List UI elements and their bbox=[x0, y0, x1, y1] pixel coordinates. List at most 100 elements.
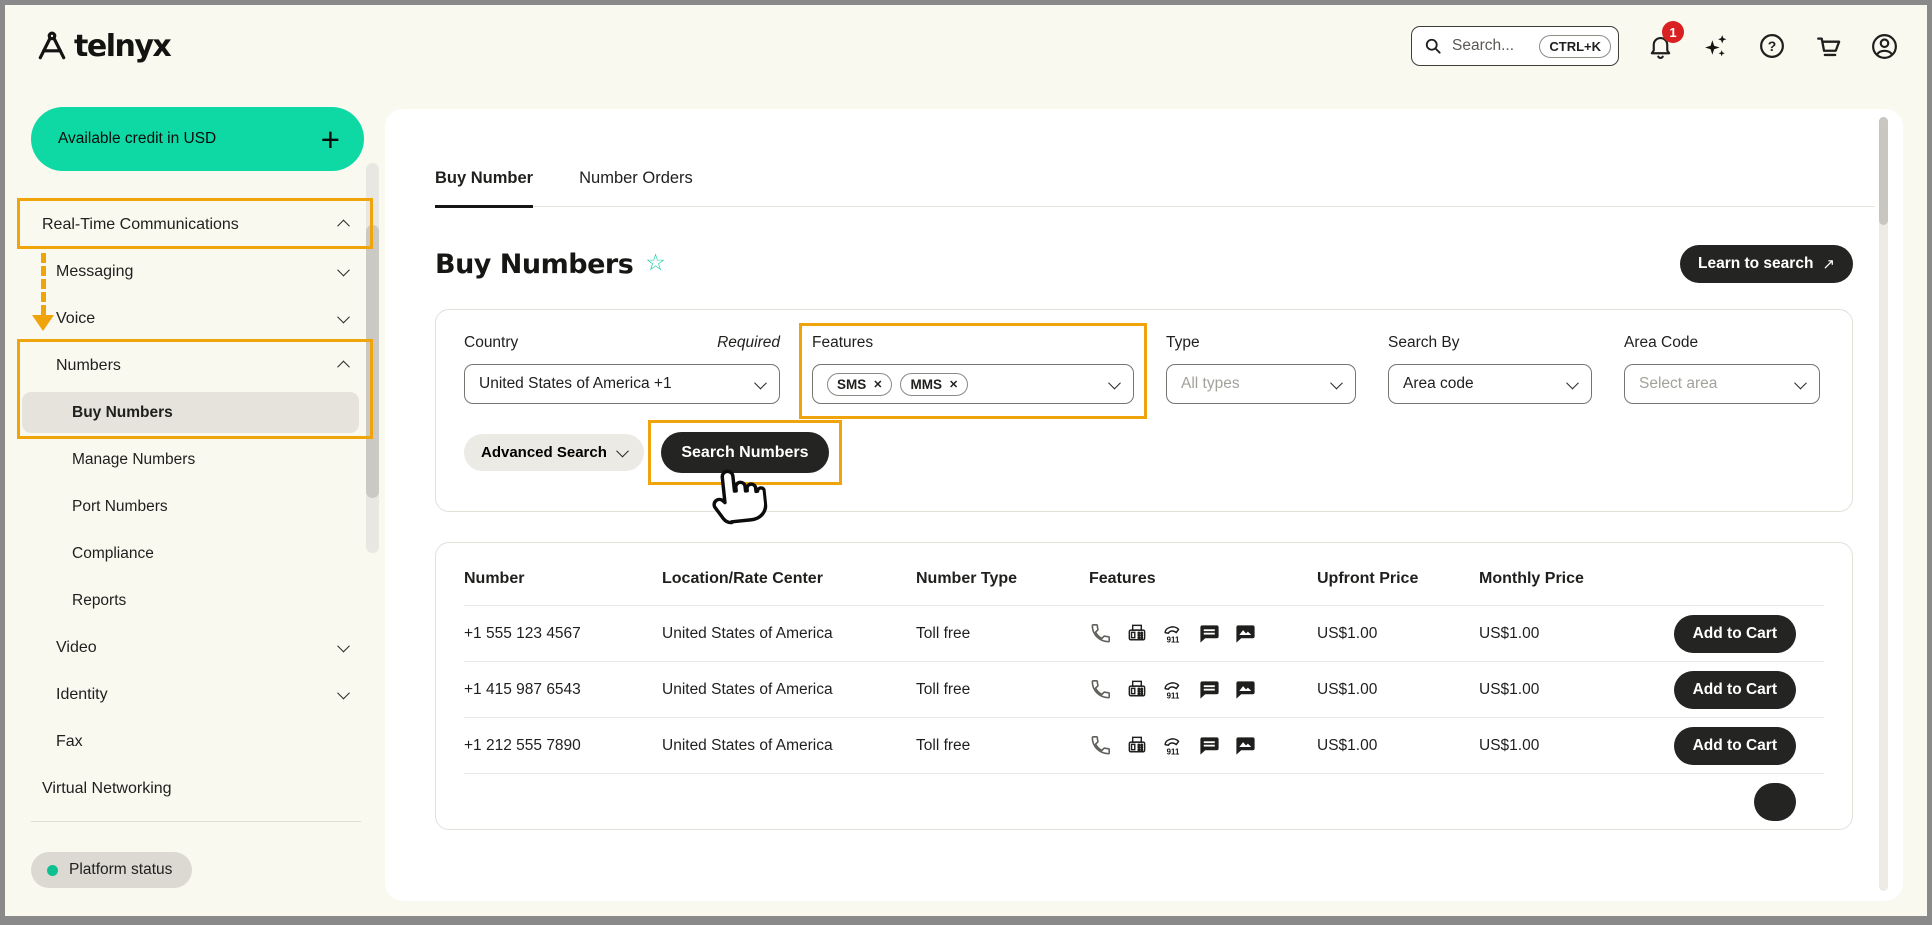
telnyx-logo-icon bbox=[35, 29, 69, 63]
country-label: Country bbox=[464, 334, 518, 352]
sidebar-item-port-numbers[interactable]: Port Numbers bbox=[31, 483, 364, 530]
mms-icon bbox=[1234, 622, 1257, 645]
svg-text:911: 911 bbox=[1167, 747, 1180, 756]
sidebar-item-real-time-communications[interactable]: Real-Time Communications bbox=[31, 201, 364, 248]
chevron-down-icon bbox=[339, 310, 348, 328]
mms-icon bbox=[1234, 734, 1257, 757]
ai-assistant-button[interactable] bbox=[1701, 31, 1731, 61]
number-type: Toll free bbox=[916, 681, 1089, 699]
table-row: +1 415 987 6543 United States of America… bbox=[464, 661, 1824, 717]
learn-to-search-button[interactable]: Learn to search ↗ bbox=[1680, 245, 1853, 283]
help-button[interactable]: ? bbox=[1757, 31, 1787, 61]
search-placeholder: Search... bbox=[1452, 37, 1530, 55]
annotation-box-features: Features SMS ✕ MMS ✕ bbox=[799, 323, 1147, 419]
voice-icon bbox=[1089, 622, 1112, 645]
platform-status-label: Platform status bbox=[69, 861, 172, 879]
feature-chip-mms[interactable]: MMS ✕ bbox=[900, 373, 968, 396]
annotation-box-search-numbers: Search Numbers bbox=[648, 420, 841, 485]
available-credit-pill[interactable]: Available credit in USD + bbox=[31, 107, 364, 171]
sidebar-item-compliance[interactable]: Compliance bbox=[31, 530, 364, 577]
tab-number-orders[interactable]: Number Orders bbox=[579, 169, 693, 206]
feature-chip-sms[interactable]: SMS ✕ bbox=[827, 373, 892, 396]
voice-icon bbox=[1089, 678, 1112, 701]
feature-icons: 911 bbox=[1089, 678, 1317, 702]
type-field: Type All types bbox=[1166, 334, 1356, 404]
chevron-down-icon bbox=[1794, 376, 1807, 389]
cart-icon bbox=[1814, 32, 1843, 61]
sidebar-item-video[interactable]: Video bbox=[31, 624, 364, 671]
type-select[interactable]: All types bbox=[1166, 364, 1356, 404]
table-row: +1 212 555 7890 United States of America… bbox=[464, 717, 1824, 773]
monthly-price: US$1.00 bbox=[1479, 737, 1652, 755]
sidebar-item-virtual-networking[interactable]: Virtual Networking bbox=[31, 765, 364, 812]
cart-button[interactable] bbox=[1813, 31, 1843, 61]
features-label: Features bbox=[812, 334, 873, 352]
search-by-field: Search By Area code bbox=[1388, 334, 1592, 404]
global-search-input[interactable]: Search... CTRL+K bbox=[1411, 26, 1619, 66]
sidebar-item-buy-numbers[interactable]: Buy Numbers bbox=[31, 389, 364, 436]
chevron-down-icon bbox=[339, 263, 348, 281]
sms-icon bbox=[1198, 622, 1221, 645]
chevron-down-icon bbox=[339, 686, 348, 704]
telnyx-logo-wordmark: telnyx bbox=[74, 29, 170, 64]
remove-chip-icon[interactable]: ✕ bbox=[873, 378, 882, 391]
chevron-up-icon bbox=[339, 216, 348, 234]
features-select[interactable]: SMS ✕ MMS ✕ bbox=[812, 364, 1134, 404]
tab-buy-number[interactable]: Buy Number bbox=[435, 169, 533, 208]
platform-status-button[interactable]: Platform status bbox=[31, 852, 192, 888]
area-code-field: Area Code Select area bbox=[1624, 334, 1820, 404]
notifications-button[interactable]: 1 bbox=[1645, 31, 1675, 61]
add-credit-icon[interactable]: + bbox=[321, 123, 340, 156]
sidebar-item-manage-numbers[interactable]: Manage Numbers bbox=[31, 436, 364, 483]
sidebar-item-reports[interactable]: Reports bbox=[31, 577, 364, 624]
phone-number: +1 212 555 7890 bbox=[464, 737, 662, 755]
main-scrollbar[interactable] bbox=[1879, 117, 1888, 891]
monthly-price: US$1.00 bbox=[1479, 625, 1652, 643]
sms-icon bbox=[1198, 734, 1221, 757]
area-code-select[interactable]: Select area bbox=[1624, 364, 1820, 404]
sidebar-scrollbar-thumb[interactable] bbox=[366, 225, 379, 498]
page-title: Buy Numbers ☆ bbox=[435, 249, 665, 280]
tab-bar: Buy Number Number Orders bbox=[435, 109, 1875, 207]
monthly-price: US$1.00 bbox=[1479, 681, 1652, 699]
top-bar-actions: Search... CTRL+K 1 bbox=[1411, 26, 1899, 66]
mms-icon bbox=[1234, 678, 1257, 701]
sidebar-item-fax[interactable]: Fax bbox=[31, 718, 364, 765]
advanced-search-button[interactable]: Advanced Search bbox=[464, 434, 644, 471]
sidebar-divider bbox=[31, 821, 361, 822]
telnyx-logo[interactable]: telnyx bbox=[35, 29, 170, 64]
sidebar-item-messaging[interactable]: Messaging bbox=[31, 248, 364, 295]
search-numbers-button[interactable]: Search Numbers bbox=[661, 432, 828, 473]
sidebar-item-voice[interactable]: Voice bbox=[31, 295, 364, 342]
main-card: Buy Number Number Orders Buy Numbers ☆ L… bbox=[385, 109, 1903, 901]
search-icon bbox=[1423, 36, 1443, 56]
svg-text:911: 911 bbox=[1167, 635, 1180, 644]
sidebar-item-numbers[interactable]: Numbers bbox=[31, 342, 364, 389]
search-by-select[interactable]: Area code bbox=[1388, 364, 1592, 404]
type-label: Type bbox=[1166, 334, 1200, 352]
country-select[interactable]: United States of America +1 bbox=[464, 364, 780, 404]
add-to-cart-button[interactable]: Add to Cart bbox=[1674, 671, 1796, 709]
feature-icons: 911 bbox=[1089, 622, 1317, 646]
add-to-cart-button[interactable]: Add to Cart bbox=[1674, 727, 1796, 765]
add-to-cart-button[interactable] bbox=[1754, 783, 1796, 821]
search-filters-panel: Country Required United States of Americ… bbox=[435, 309, 1853, 512]
top-bar: telnyx Search... CTRL+K 1 bbox=[5, 5, 1927, 87]
chevron-down-icon bbox=[1330, 376, 1343, 389]
main-scrollbar-thumb[interactable] bbox=[1879, 117, 1888, 225]
remove-chip-icon[interactable]: ✕ bbox=[949, 378, 958, 391]
help-icon: ? bbox=[1758, 32, 1786, 60]
upfront-price: US$1.00 bbox=[1317, 681, 1479, 699]
annotation-arrowhead bbox=[32, 315, 54, 331]
upfront-price: US$1.00 bbox=[1317, 625, 1479, 643]
sidebar-scrollbar[interactable] bbox=[366, 163, 379, 553]
area-code-label: Area Code bbox=[1624, 334, 1698, 352]
svg-text:?: ? bbox=[1768, 38, 1777, 54]
table-row-partial bbox=[464, 773, 1824, 829]
sidebar-item-identity[interactable]: Identity bbox=[31, 671, 364, 718]
feature-icons: 911 bbox=[1089, 734, 1317, 758]
account-button[interactable] bbox=[1869, 31, 1899, 61]
sms-icon bbox=[1198, 678, 1221, 701]
add-to-cart-button[interactable]: Add to Cart bbox=[1674, 615, 1796, 653]
favorite-star-icon[interactable]: ☆ bbox=[645, 250, 665, 276]
